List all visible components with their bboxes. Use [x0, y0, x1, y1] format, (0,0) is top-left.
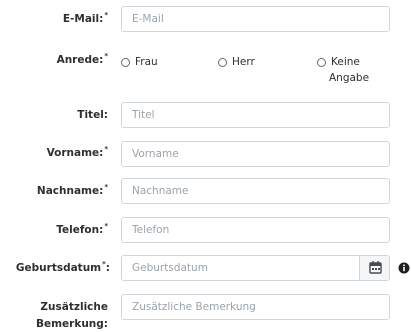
nachname-input[interactable]: Nachname	[121, 178, 390, 204]
email-input[interactable]: E-Mail	[121, 6, 390, 32]
radio-frau-label[interactable]: Frau	[135, 55, 158, 69]
nachname-label-text: Nachname:	[36, 185, 104, 197]
radio-angabe-label[interactable]: Angabe	[329, 71, 369, 85]
radio-herr-circle[interactable]	[218, 58, 227, 67]
anrede-label-text: Anrede:	[56, 54, 104, 66]
geburtsdatum-placeholder: Geburtsdatum	[132, 262, 208, 274]
bemerkung-placeholder: Zusätzliche Bemerkung	[132, 301, 256, 313]
geburtsdatum-input[interactable]: Geburtsdatum	[121, 255, 360, 281]
radio-keine-angabe-circle[interactable]	[317, 58, 326, 67]
nachname-label: Nachname:*	[36, 183, 108, 199]
email-label-text: E-Mail:	[62, 13, 104, 25]
bemerkung-label-line1: Zusätzliche	[40, 301, 108, 313]
email-label: E-Mail:*	[62, 11, 108, 27]
geburtsdatum-label: Geburtsdatum*:	[15, 260, 110, 276]
radio-frau-circle[interactable]	[121, 58, 130, 67]
anrede-label: Anrede:*	[56, 52, 108, 68]
titel-placeholder: Titel	[132, 109, 155, 121]
info-icon[interactable]	[398, 262, 410, 274]
required-mark: *	[104, 52, 108, 60]
geburtsdatum-label-text: Geburtsdatum	[15, 262, 102, 274]
vorname-label: Vorname:*	[46, 145, 108, 161]
titel-label: Titel:	[77, 109, 108, 121]
required-mark: *	[104, 145, 108, 153]
bemerkung-input[interactable]: Zusätzliche Bemerkung	[121, 294, 390, 320]
required-mark: *	[102, 260, 106, 268]
telefon-label: Telefon:*	[56, 222, 108, 238]
required-mark: *	[104, 183, 108, 191]
calendar-button[interactable]	[359, 255, 390, 281]
vorname-label-text: Vorname:	[46, 147, 104, 159]
telefon-input[interactable]: Telefon	[121, 217, 390, 243]
bemerkung-label: Zusätzliche Bemerkung:	[36, 300, 108, 331]
bemerkung-label-line2: Bemerkung:	[35, 318, 108, 330]
required-mark: *	[104, 222, 108, 230]
vorname-placeholder: Vorname	[132, 148, 179, 160]
geburtsdatum-colon: :	[105, 262, 110, 274]
required-mark: *	[104, 11, 108, 19]
radio-keine-label[interactable]: Keine	[331, 55, 360, 69]
radio-herr-label[interactable]: Herr	[232, 55, 255, 69]
calendar-icon	[369, 261, 382, 274]
titel-input[interactable]: Titel	[121, 102, 390, 128]
nachname-placeholder: Nachname	[132, 185, 189, 197]
telefon-label-text: Telefon:	[56, 224, 104, 236]
vorname-input[interactable]: Vorname	[121, 141, 390, 167]
telefon-placeholder: Telefon	[132, 224, 170, 236]
email-placeholder: E-Mail	[132, 13, 164, 25]
